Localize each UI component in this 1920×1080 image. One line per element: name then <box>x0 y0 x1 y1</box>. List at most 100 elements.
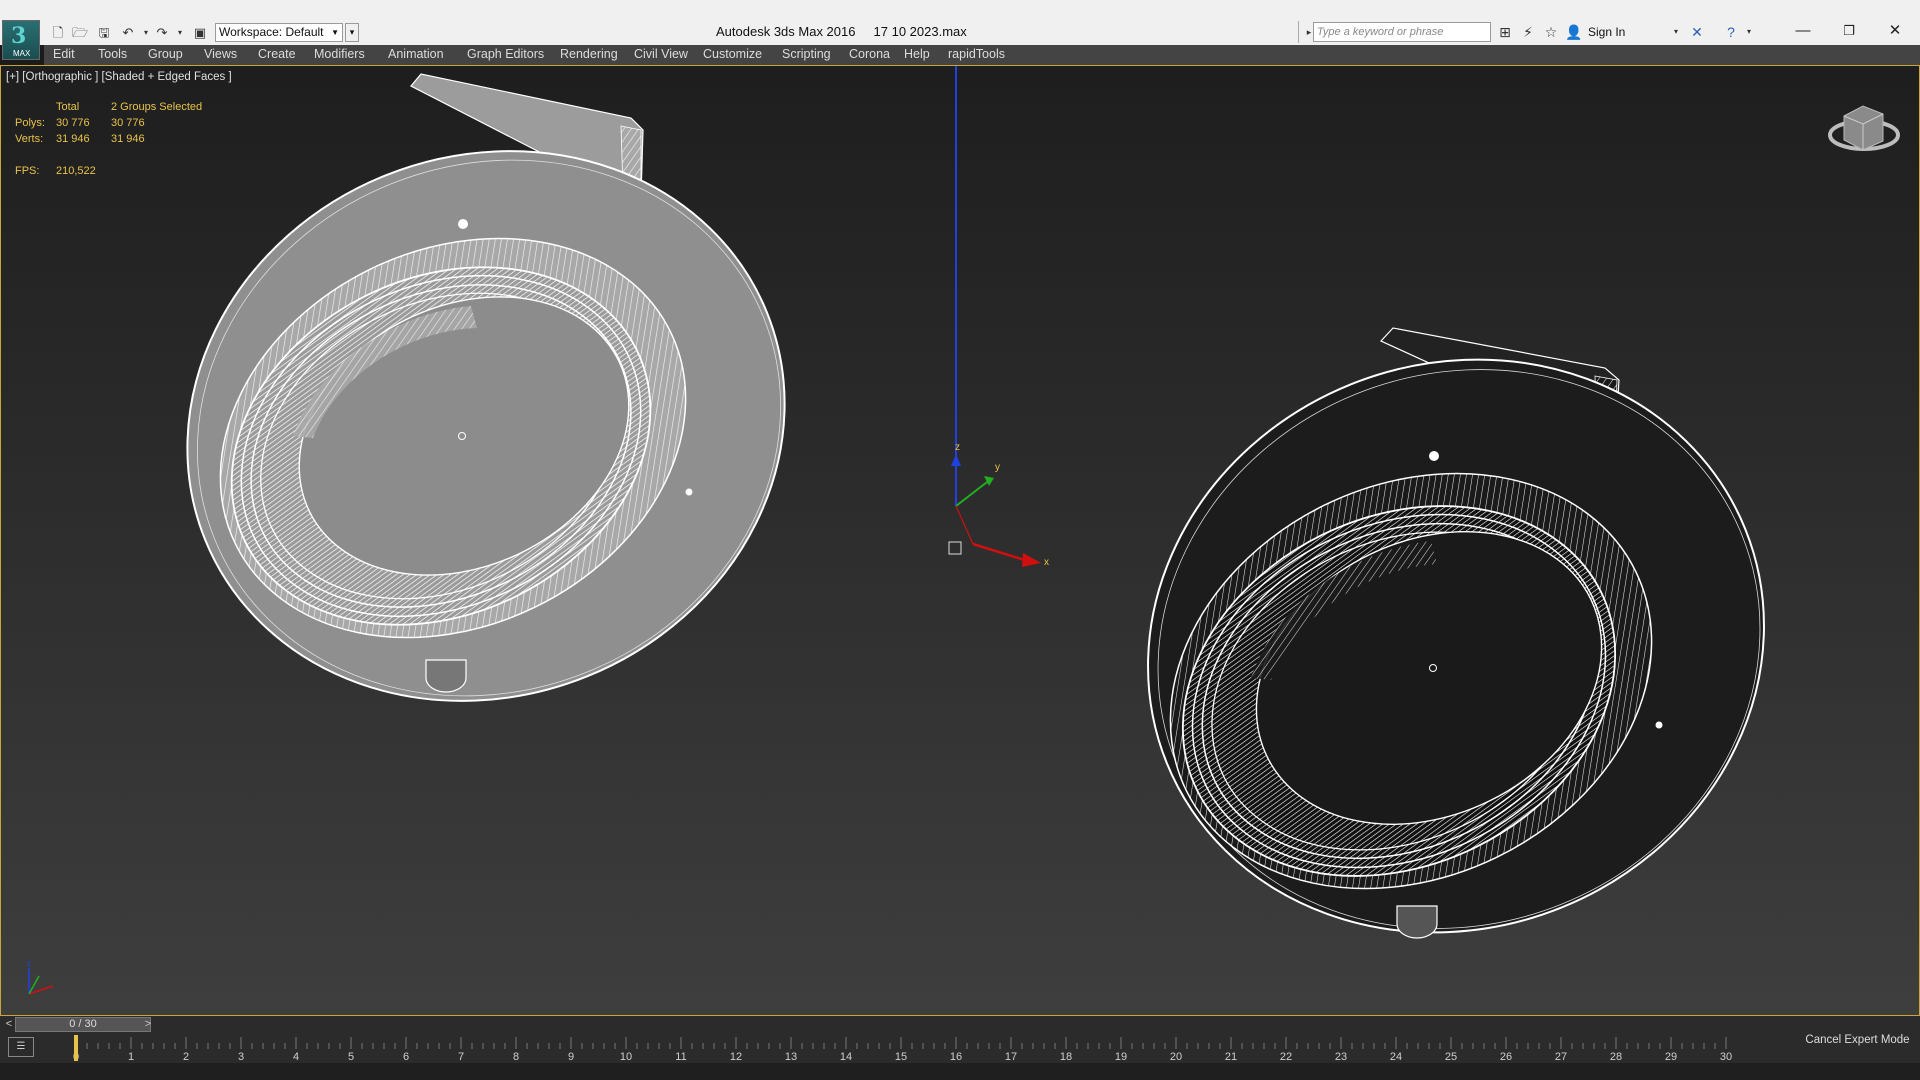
ruler-tick-label: 5 <box>348 1051 354 1063</box>
menu-animation[interactable]: Animation <box>388 47 444 61</box>
menu-rendering[interactable]: Rendering <box>560 47 618 61</box>
slider-prev-button[interactable]: < <box>2 1017 16 1032</box>
application-menu-button[interactable]: 3 MAX <box>2 20 40 60</box>
search-input[interactable] <box>1313 22 1491 42</box>
viewcube[interactable] <box>1828 105 1900 151</box>
slider-next-button[interactable]: > <box>141 1017 155 1032</box>
time-slider-thumb[interactable]: 0 / 30 <box>15 1017 151 1032</box>
favorites-star-icon[interactable]: ☆ <box>1542 23 1560 41</box>
ruler-tick-label: 21 <box>1225 1051 1237 1063</box>
ruler-tick-label: 12 <box>730 1051 742 1063</box>
left-light-fixture-model[interactable] <box>104 66 868 790</box>
stats-header-total: Total <box>56 101 80 113</box>
logo-label: MAX <box>13 49 31 58</box>
transform-gizmo[interactable]: x y z <box>948 66 1049 568</box>
close-button[interactable]: ✕ <box>1872 20 1918 42</box>
save-file-icon[interactable]: 🖫 <box>94 24 114 42</box>
status-bar <box>0 1063 1920 1080</box>
stats-verts-total: 31 946 <box>56 133 90 145</box>
ruler-tick-label: 3 <box>238 1051 244 1063</box>
menu-graph-editors[interactable]: Graph Editors <box>467 47 544 61</box>
ruler-tick-label: 7 <box>458 1051 464 1063</box>
minimize-button[interactable]: — <box>1780 20 1826 42</box>
ruler-tick-label: 29 <box>1665 1051 1677 1063</box>
ruler-tick-label: 18 <box>1060 1051 1072 1063</box>
ruler-tick-label: 4 <box>293 1051 299 1063</box>
viewport-label-menu[interactable]: [+] [Orthographic ] [Shaded + Edged Face… <box>6 71 232 83</box>
sign-in-dropdown-icon[interactable]: ▾ <box>1667 23 1685 41</box>
chevron-down-icon: ▼ <box>331 28 339 37</box>
stats-fps-value: 210,522 <box>56 165 96 177</box>
menu-corona[interactable]: Corona <box>849 47 890 61</box>
ruler-tick-label: 6 <box>403 1051 409 1063</box>
user-icon[interactable]: 👤 <box>1565 23 1583 41</box>
undo-icon[interactable]: ↶ <box>118 24 138 42</box>
right-light-fixture-model[interactable] <box>1061 268 1851 1016</box>
binoculars-icon[interactable]: ⊞ <box>1496 23 1514 41</box>
open-file-icon[interactable]: 🗁 <box>70 24 90 42</box>
frame-ruler[interactable]: 0123456789101112131415161718192021222324… <box>50 1033 1750 1063</box>
new-file-icon[interactable]: 🗋 <box>48 24 68 42</box>
svg-text:z: z <box>27 959 31 968</box>
ruler-tick-label: 16 <box>950 1051 962 1063</box>
menu-rapidtools[interactable]: rapidTools <box>948 47 1005 61</box>
stats-verts-selected: 31 946 <box>111 133 145 145</box>
mini-curve-editor-icon[interactable]: ☰ <box>8 1037 34 1057</box>
workspace-label: Workspace: Default <box>219 25 324 39</box>
ruler-tick-label: 22 <box>1280 1051 1292 1063</box>
sign-in-button[interactable]: Sign In <box>1588 25 1625 39</box>
current-frame-marker[interactable] <box>74 1035 78 1061</box>
help-dropdown-icon[interactable]: ▾ <box>1740 23 1758 41</box>
menu-edit[interactable]: Edit <box>53 47 75 61</box>
time-slider[interactable]: < 0 / 30 > <box>0 1016 1920 1033</box>
ruler-tick-label: 13 <box>785 1051 797 1063</box>
restore-button[interactable]: ❐ <box>1826 20 1872 42</box>
project-folder-icon[interactable]: ▣ <box>190 24 210 42</box>
cancel-expert-mode-button[interactable]: Cancel Expert Mode <box>1795 1018 1920 1063</box>
ruler-tick-label: 8 <box>513 1051 519 1063</box>
ruler-tick-label: 9 <box>568 1051 574 1063</box>
ruler-tick-label: 26 <box>1500 1051 1512 1063</box>
menu-create[interactable]: Create <box>258 47 296 61</box>
menu-scripting[interactable]: Scripting <box>782 47 831 61</box>
menu-views[interactable]: Views <box>204 47 237 61</box>
stats-polys-label: Polys: <box>15 117 45 129</box>
menu-bar: Edit Tools Group Views Create Modifiers … <box>44 45 1920 66</box>
help-icon[interactable]: ? <box>1722 23 1740 41</box>
ruler-tick-label: 27 <box>1555 1051 1567 1063</box>
redo-icon[interactable]: ↷ <box>152 24 172 42</box>
menu-customize[interactable]: Customize <box>703 47 762 61</box>
redo-dropdown-icon[interactable]: ▾ <box>170 24 190 42</box>
ruler-tick-label: 20 <box>1170 1051 1182 1063</box>
ruler-tick-label: 2 <box>183 1051 189 1063</box>
ruler-tick-label: 19 <box>1115 1051 1127 1063</box>
ruler-tick-label: 10 <box>620 1051 632 1063</box>
stats-polys-total: 30 776 <box>56 117 90 129</box>
exchange-apps-icon[interactable]: ✕ <box>1688 23 1706 41</box>
ruler-tick-label: 1 <box>128 1051 134 1063</box>
stats-verts-label: Verts: <box>15 133 44 145</box>
ruler-tick-label: 14 <box>840 1051 852 1063</box>
quick-access-menu-button[interactable]: ▾ <box>345 23 359 42</box>
gizmo-x-label: x <box>1044 557 1049 568</box>
menu-help[interactable]: Help <box>904 47 930 61</box>
menu-civil-view[interactable]: Civil View <box>634 47 688 61</box>
communication-center-icon[interactable]: ⚡ <box>1519 23 1537 41</box>
menu-tools[interactable]: Tools <box>98 47 127 61</box>
ruler-tick-label: 24 <box>1390 1051 1402 1063</box>
ruler-tick-label: 23 <box>1335 1051 1347 1063</box>
window-title: Autodesk 3ds Max 2016 17 10 2023.max <box>716 24 967 39</box>
stats-fps-label: FPS: <box>15 165 40 177</box>
ruler-tick-label: 11 <box>675 1051 686 1063</box>
max-logo-icon: 3 <box>11 23 27 49</box>
track-bar[interactable]: ☰ 01234567891011121314151617181920212223… <box>0 1033 1920 1063</box>
ruler-tick-label: 25 <box>1445 1051 1457 1063</box>
menu-group[interactable]: Group <box>148 47 183 61</box>
stats-polys-selected: 30 776 <box>111 117 145 129</box>
ruler-tick-label: 15 <box>895 1051 907 1063</box>
perspective-viewport[interactable]: x y z z [+] [Orthographic ] [Shaded + Ed… <box>0 65 1920 1016</box>
workspace-dropdown[interactable]: Workspace: Default ▼ <box>215 23 343 42</box>
ruler-tick-label: 30 <box>1720 1051 1732 1063</box>
ruler-tick-label: 28 <box>1610 1051 1622 1063</box>
menu-modifiers[interactable]: Modifiers <box>314 47 365 61</box>
